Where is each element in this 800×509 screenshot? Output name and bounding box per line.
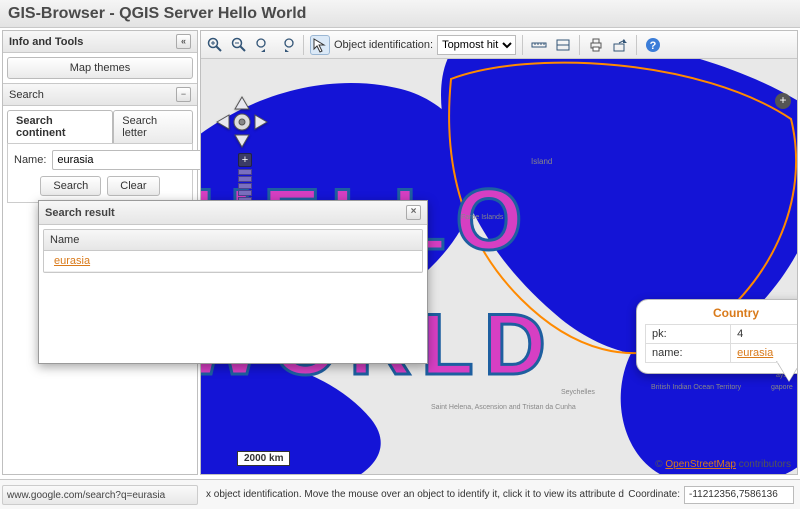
zoom-in-icon[interactable] [205, 35, 225, 55]
map-themes-button[interactable]: Map themes [7, 57, 193, 79]
main-area: Info and Tools « Map themes Search − Sea… [0, 28, 800, 477]
search-section-label: Search [9, 89, 44, 101]
popup-key: pk: [646, 325, 731, 344]
popup-table: pk: 4 name: eurasia [645, 324, 797, 363]
svg-text:Seychelles: Seychelles [561, 389, 595, 396]
name-input[interactable] [52, 150, 204, 170]
popup-key: name: [646, 344, 731, 363]
popup-row: pk: 4 [646, 325, 798, 344]
print-icon[interactable] [586, 35, 606, 55]
export-icon[interactable] [610, 35, 630, 55]
scale-bar: 2000 km [237, 451, 290, 466]
measure-area-icon[interactable] [553, 35, 573, 55]
identify-icon[interactable] [310, 35, 330, 55]
tab-search-continent[interactable]: Search continent [7, 110, 113, 143]
toolbar-separator [522, 35, 523, 55]
zoom-prev-icon[interactable] [253, 35, 273, 55]
osm-link[interactable]: OpenStreetMap [665, 459, 736, 470]
sidebar-header: Info and Tools « [3, 31, 197, 53]
maximize-map-button[interactable]: + [775, 93, 791, 109]
search-form: Name: Search Clear [7, 143, 193, 203]
search-section-header[interactable]: Search − [3, 83, 197, 106]
coordinate-value: -11212356,7586136 [684, 486, 794, 504]
toolbar-separator [579, 35, 580, 55]
result-link[interactable]: eurasia [54, 255, 90, 267]
status-url: www.google.com/search?q=eurasia [2, 485, 198, 505]
tab-search-letter[interactable]: Search letter [113, 110, 193, 143]
map-toolbar: Object identification: Topmost hit ? [201, 31, 797, 59]
zoom-next-icon[interactable] [277, 35, 297, 55]
feature-popup: × Country pk: 4 name: eurasia [636, 299, 797, 374]
help-icon[interactable]: ? [643, 35, 663, 55]
popup-title: Country [645, 306, 797, 320]
popup-value: 4 [731, 325, 797, 344]
identify-mode-select[interactable]: Topmost hit [437, 35, 516, 55]
result-header[interactable]: Search result × [39, 201, 427, 225]
result-grid: Name eurasia [43, 229, 423, 273]
popup-value-link[interactable]: eurasia [737, 347, 773, 359]
measure-distance-icon[interactable] [529, 35, 549, 55]
pan-control[interactable] [215, 95, 269, 149]
zoom-out-icon[interactable] [229, 35, 249, 55]
svg-text:Island: Island [531, 157, 552, 166]
search-button[interactable]: Search [40, 176, 101, 196]
clear-button[interactable]: Clear [107, 176, 159, 196]
collapse-sidebar-button[interactable]: « [176, 34, 191, 49]
search-tabs: Search continent Search letter [7, 110, 193, 143]
svg-text:Faroe Islands: Faroe Islands [461, 214, 504, 221]
coordinate-label: Coordinate: [624, 489, 684, 500]
status-message: x object identification. Move the mouse … [200, 489, 624, 500]
map-attribution: © OpenStreetMap contributors [655, 459, 791, 470]
svg-text:British Indian Ocean Territory: British Indian Ocean Territory [651, 384, 742, 391]
toolbar-separator [636, 35, 637, 55]
sidebar-title: Info and Tools [9, 36, 83, 48]
svg-text:Saint Helena, Ascension and Tr: Saint Helena, Ascension and Tristan da C… [431, 404, 576, 411]
result-title: Search result [45, 207, 115, 219]
result-column-header[interactable]: Name [44, 230, 422, 251]
result-close-button[interactable]: × [406, 205, 421, 220]
result-row[interactable]: eurasia [44, 251, 422, 272]
search-result-window: Search result × Name eurasia [38, 200, 428, 364]
toolbar-separator [303, 35, 304, 55]
result-body: Name eurasia [39, 225, 427, 363]
popup-row: name: eurasia [646, 344, 798, 363]
app-title: GIS-Browser - QGIS Server Hello World [0, 0, 800, 28]
name-label: Name: [14, 154, 46, 166]
identify-label: Object identification: [334, 39, 433, 51]
svg-text:?: ? [650, 40, 657, 52]
status-bar: www.google.com/search?q=eurasia x object… [0, 479, 800, 509]
zoom-plus-button[interactable]: + [238, 153, 252, 167]
collapse-search-button[interactable]: − [176, 87, 191, 102]
